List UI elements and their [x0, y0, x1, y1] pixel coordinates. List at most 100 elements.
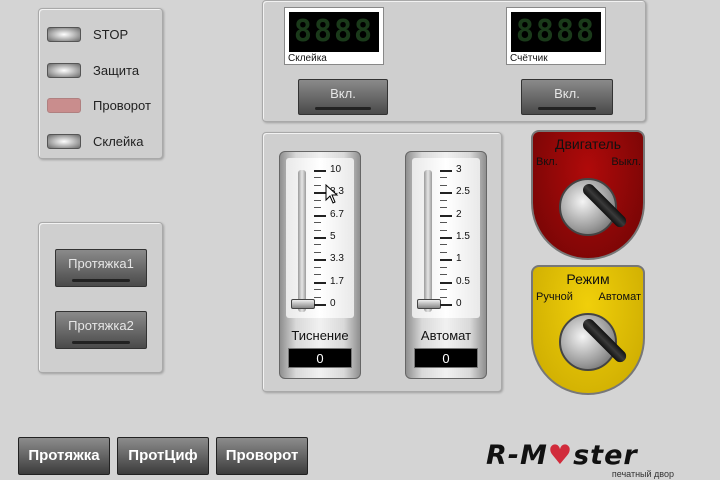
pull-buttons-panel: Протяжка1 Протяжка2	[38, 222, 163, 373]
gauge-minor-tick	[314, 229, 321, 231]
main-counter-on-button[interactable]: Вкл.	[521, 79, 613, 115]
auto-gauge-face: 3 2.5 2 1.5 1 0.5 0	[412, 158, 480, 318]
gauge-scale-label: 5	[330, 231, 336, 242]
gauge-minor-tick	[314, 289, 321, 291]
gauge-major-tick	[314, 214, 326, 217]
main-counter-label: Счётчик	[510, 53, 548, 64]
mode-switch-title: Режим	[566, 271, 610, 287]
gauge-scale-label: 10	[330, 164, 342, 175]
gauge-minor-tick	[440, 274, 447, 276]
embossing-gauge-slider[interactable]	[291, 299, 315, 309]
gauge-minor-tick	[314, 207, 321, 209]
gauge-scale-label: 1.5	[456, 231, 470, 242]
mode-switch-knob[interactable]	[559, 313, 629, 371]
glue-counter-on-button[interactable]: Вкл.	[298, 79, 388, 115]
auto-gauge-slider[interactable]	[417, 299, 441, 309]
gauge-scale-label: 0	[330, 298, 336, 309]
glue-counter-on-bar	[314, 107, 372, 110]
main-counter-display: 8888 Счётчик	[506, 7, 606, 65]
counters-panel: 8888 Склейка Вкл. 8888 Счётчик Вкл.	[262, 0, 646, 122]
protection-lamp-indicator	[47, 63, 81, 78]
gauge-minor-tick	[314, 296, 321, 298]
pull2-label: Протяжка2	[68, 318, 134, 333]
turn-lamp-indicator	[47, 98, 81, 113]
embossing-gauge-name: Тиснение	[291, 328, 349, 343]
pull2-button[interactable]: Протяжка2	[55, 311, 147, 349]
gauge-minor-tick	[440, 184, 447, 186]
lamp-row-stop: STOP	[47, 27, 128, 42]
embossing-gauge-track	[298, 170, 306, 312]
gauge-major-tick	[440, 192, 452, 195]
gauge-major-tick	[314, 259, 326, 262]
engine-switch-off-label: Выкл.	[611, 156, 641, 168]
status-lamps-panel: STOP Защита Проворот Склейка	[38, 8, 163, 159]
gauges-panel: 10 8.3 6.7 5 3.3 1.7 0 Тиснение 0 3 2.5 2 1.5 1 0.5…	[262, 132, 502, 392]
pull-button[interactable]: Протяжка	[18, 437, 110, 475]
gauge-minor-tick	[314, 244, 321, 246]
gauge-minor-tick	[314, 251, 321, 253]
gauge-scale-label: 2	[456, 208, 462, 220]
engine-switch[interactable]: Двигатель Вкл. Выкл.	[531, 130, 645, 260]
gauge-minor-tick	[440, 289, 447, 291]
embossing-gauge-face: 10 8.3 6.7 5 3.3 1.7 0	[286, 158, 354, 318]
stop-lamp-indicator	[47, 27, 81, 42]
mode-switch-auto-label: Автомат	[598, 291, 641, 303]
gauge-major-tick	[440, 170, 452, 172]
gauge-scale-label: 1.7	[330, 275, 344, 287]
glue-lamp-indicator	[47, 134, 81, 149]
gauge-minor-tick	[314, 222, 321, 224]
engine-switch-title: Двигатель	[554, 136, 622, 152]
gauge-minor-tick	[440, 244, 447, 246]
gauge-major-tick	[440, 214, 452, 217]
mode-switch-manual-label: Ручной	[536, 291, 573, 303]
stop-lamp-label: STOP	[93, 27, 129, 42]
pull2-bar	[72, 341, 130, 344]
pull1-bar	[72, 279, 130, 282]
main-counter-on-label: Вкл.	[554, 86, 580, 101]
gauge-major-tick	[314, 170, 326, 172]
gauge-scale-label: 1	[456, 253, 462, 265]
pull1-label: Протяжка1	[68, 256, 134, 271]
logo-brand-left: R-M	[486, 440, 548, 471]
gauge-minor-tick	[314, 177, 321, 179]
auto-gauge-value: 0	[414, 348, 478, 368]
gauge-minor-tick	[440, 296, 447, 298]
engine-switch-knob[interactable]	[559, 178, 629, 236]
gauge-major-tick	[440, 237, 452, 239]
pull1-button[interactable]: Протяжка1	[55, 249, 147, 287]
embossing-gauge: 10 8.3 6.7 5 3.3 1.7 0 Тиснение 0	[279, 151, 361, 379]
embossing-gauge-value: 0	[288, 348, 352, 368]
mode-switch[interactable]: Режим Ручной Автомат	[531, 265, 645, 395]
heart-icon: ♥	[547, 440, 574, 471]
auto-gauge-track	[424, 170, 432, 312]
lamp-row-turn: Проворот	[47, 98, 151, 113]
gauge-scale-label: 3.3	[330, 253, 344, 265]
pull-digital-button[interactable]: ПротЦиф	[117, 437, 209, 475]
main-counter-screen: 8888	[511, 12, 601, 52]
gauge-minor-tick	[314, 266, 321, 268]
glue-counter-label: Склейка	[288, 53, 327, 64]
main-counter-on-bar	[538, 107, 596, 110]
gauge-scale-label: 6.7	[330, 208, 344, 220]
gauge-minor-tick	[440, 229, 447, 231]
gauge-minor-tick	[314, 274, 321, 276]
turn-button[interactable]: Проворот	[216, 437, 308, 475]
protection-lamp-label: Защита	[93, 63, 140, 78]
turn-lamp-label: Проворот	[93, 98, 151, 113]
gauge-minor-tick	[440, 207, 447, 209]
r-master-logo: R-M♥ster печатный двор	[486, 442, 686, 480]
glue-lamp-label: Склейка	[93, 134, 144, 149]
auto-gauge-name: Автомат	[420, 328, 472, 343]
gauge-major-tick	[440, 259, 452, 262]
glue-counter-on-label: Вкл.	[330, 86, 356, 101]
glue-counter-display: 8888 Склейка	[284, 7, 384, 65]
gauge-major-tick	[314, 281, 326, 284]
arrow-cursor-icon	[325, 184, 339, 204]
gauge-major-tick	[440, 281, 452, 284]
gauge-major-tick	[314, 304, 326, 306]
gauge-scale-label: 0.5	[456, 275, 470, 287]
engine-switch-on-label: Вкл.	[536, 156, 558, 168]
gauge-minor-tick	[440, 199, 447, 201]
gauge-major-tick	[440, 304, 452, 306]
logo-subtitle: печатный двор	[611, 469, 674, 479]
